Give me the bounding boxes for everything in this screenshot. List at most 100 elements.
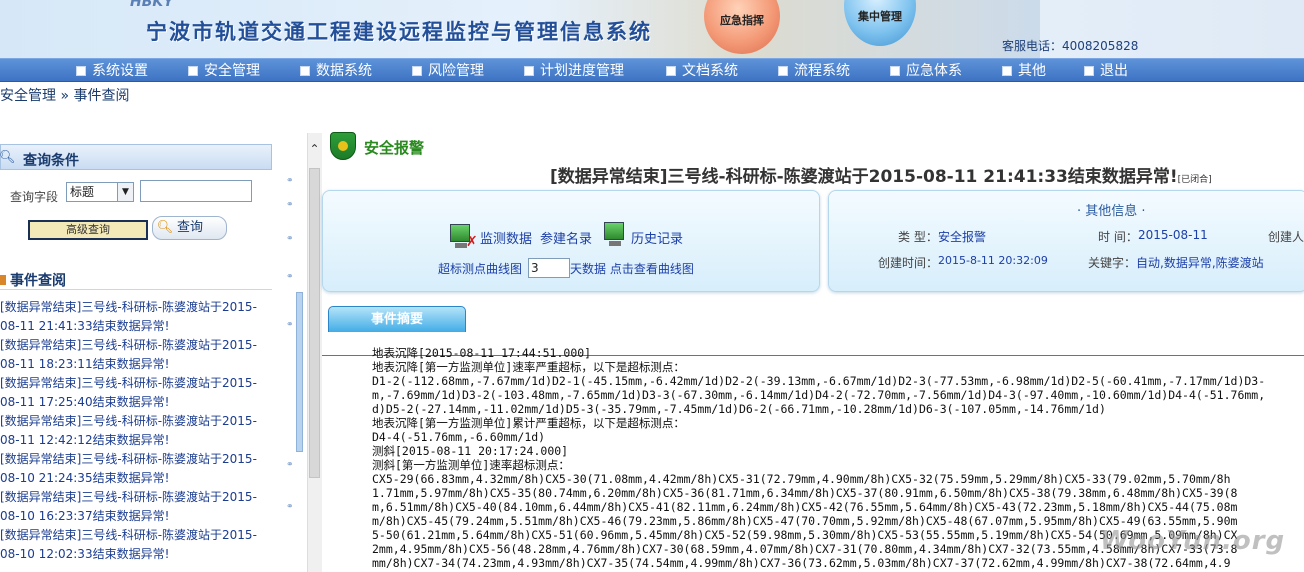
exceed-curve-link[interactable]: 超标测点曲线图 — [438, 260, 522, 277]
creator-label: 创建人 — [1268, 230, 1304, 244]
tab-event-summary[interactable]: 事件摘要 — [328, 306, 466, 332]
type-label: 类 型： — [898, 230, 938, 244]
nav-label: 风险管理 — [428, 63, 484, 79]
collapse-handle[interactable] — [296, 292, 303, 452]
event-list-item[interactable]: [数据异常结束]三号线-科研标-陈婆渡站于2015-08-11 12:42:12… — [0, 412, 272, 450]
alert-title: [数据异常结束]三号线-科研标-陈婆渡站于2015-08-11 21:41:33… — [550, 162, 1212, 187]
alarm-label: 安全报警 — [364, 139, 425, 157]
nav-document-system[interactable]: 文档系统 — [666, 61, 738, 81]
created-time-value: 2015-8-11 20:32:09 — [938, 254, 1048, 267]
nav-risk-management[interactable]: 风险管理 — [412, 61, 484, 81]
created-time-label: 创建时间： — [878, 256, 939, 270]
keywords-label: 关键字： — [1088, 256, 1137, 270]
nav-label: 系统设置 — [92, 63, 148, 79]
link-icon: ⚭ — [286, 460, 294, 470]
summary-line: D1-2(-112.68mm,-7.67mm/1d)D2-1(-45.15mm,… — [372, 374, 1266, 388]
link-icon: ⚭ — [286, 502, 294, 512]
event-list: [数据异常结束]三号线-科研标-陈婆渡站于2015-08-11 21:41:33… — [0, 298, 272, 564]
keywords-value: 自动,数据异常,陈婆渡站 — [1136, 256, 1264, 270]
nav-safety-management[interactable]: 安全管理 — [188, 61, 260, 81]
main-content: 安全报警 [数据异常结束]三号线-科研标-陈婆渡站于2015-08-11 21:… — [322, 130, 1304, 572]
nav-bullet-icon — [1002, 66, 1012, 76]
nav-label: 流程系统 — [794, 63, 850, 79]
participants-link[interactable]: 参建名录 — [540, 228, 592, 247]
advanced-query-button[interactable]: 高级查询 — [28, 220, 148, 240]
nav-bullet-icon — [76, 66, 86, 76]
search-icon: 🔍︎ — [0, 150, 16, 165]
left-panel: 🔍︎ 查询条件 查询字段 标题 ▼ 高级查询 🔍︎ 查询 事件查阅 [数据异常结束]… — [0, 144, 272, 572]
link-icon: ⚭ — [286, 272, 294, 282]
closed-badge: [已闭合] — [1177, 175, 1212, 185]
nav-bullet-icon — [412, 66, 422, 76]
monitor-data-link[interactable]: 监测数据 — [480, 228, 532, 247]
event-list-item[interactable]: [数据异常结束]三号线-科研标-陈婆渡站于2015-08-11 18:23:11… — [0, 336, 272, 374]
header-banner: HBKY 宁波市轨道交通工程建设远程监控与管理信息系统 应急指挥 集中管理 客服… — [0, 0, 1304, 58]
nav-other[interactable]: 其他 — [1002, 61, 1046, 81]
nav-system-settings[interactable]: 系统设置 — [76, 61, 148, 81]
summary-line: d)D5-2(-27.14mm,-11.02mm/1d)D5-3(-35.79m… — [372, 402, 1106, 416]
scrollbar-thumb[interactable] — [309, 168, 320, 478]
event-list-item[interactable]: [数据异常结束]三号线-科研标-陈婆渡站于2015-08-10 16:23:37… — [0, 488, 272, 526]
link-icon: ⚭ — [286, 200, 294, 210]
history-link[interactable]: 历史记录 — [631, 228, 683, 247]
nav-bullet-icon — [778, 66, 788, 76]
nav-data-system[interactable]: 数据系统 — [300, 61, 372, 81]
nav-logout[interactable]: 退出 — [1084, 61, 1128, 81]
scroll-up-arrow-icon[interactable]: ⌃ — [307, 142, 322, 162]
nav-label: 数据系统 — [316, 63, 372, 79]
system-title: 宁波市轨道交通工程建设远程监控与管理信息系统 — [146, 20, 652, 44]
summary-line: 1.71mm,5.97mm/8h)CX5-35(80.74mm,6.20mm/8… — [372, 486, 1238, 500]
link-icon: ⚭ — [286, 176, 294, 186]
nav-label: 安全管理 — [204, 63, 260, 79]
nav-workflow-system[interactable]: 流程系统 — [778, 61, 850, 81]
nav-label: 计划进度管理 — [540, 63, 624, 79]
summary-line: 地表沉降[第一方监测单位]累计严重超标，以下是超标测点： — [372, 416, 685, 430]
nav-schedule-management[interactable]: 计划进度管理 — [524, 61, 624, 81]
section-marker-icon — [0, 275, 6, 285]
event-list-item[interactable]: [数据异常结束]三号线-科研标-陈婆渡站于2015-08-10 21:24:35… — [0, 450, 272, 488]
query-field-select[interactable]: 标题 ▼ — [66, 182, 134, 202]
main-nav: 系统设置 安全管理 数据系统 风险管理 计划进度管理 文档系统 流程系统 应急体… — [0, 58, 1304, 82]
query-field-label: 查询字段 — [10, 190, 59, 204]
summary-line: D4-4(-51.76mm,-6.60mm/1d) — [372, 430, 546, 444]
nav-emergency-system[interactable]: 应急体系 — [890, 61, 962, 81]
nav-bullet-icon — [1084, 66, 1094, 76]
breadcrumb: 安全管理 » 事件查阅 — [0, 88, 130, 104]
event-list-item[interactable]: [数据异常结束]三号线-科研标-陈婆渡站于2015-08-10 12:02:33… — [0, 526, 272, 564]
chevron-down-icon: ▼ — [117, 183, 133, 201]
nav-bullet-icon — [524, 66, 534, 76]
close-icon: ✗ — [466, 234, 478, 250]
event-list-item[interactable]: [数据异常结束]三号线-科研标-陈婆渡站于2015-08-11 17:25:40… — [0, 374, 272, 412]
summary-line: CX5-29(66.83mm,4.32mm/8h)CX5-30(71.08mm,… — [372, 472, 1231, 486]
event-list-header: 事件查阅 — [0, 270, 272, 290]
nav-label: 应急体系 — [906, 63, 962, 79]
days-input[interactable]: 3 — [528, 258, 570, 278]
watermark: WooYun.org — [1100, 526, 1286, 556]
nav-label: 其他 — [1018, 63, 1046, 79]
query-input[interactable] — [140, 180, 252, 202]
nav-bullet-icon — [666, 66, 676, 76]
emergency-command-label: 应急指挥 — [720, 14, 764, 27]
time-value: 2015-08-11 — [1138, 228, 1208, 242]
summary-line: 测斜[2015-08-11 20:17:24.000] — [372, 444, 569, 458]
event-list-title: 事件查阅 — [10, 273, 66, 289]
query-button[interactable]: 🔍︎ 查询 — [152, 216, 227, 240]
query-button-label: 查询 — [177, 220, 204, 235]
time-label: 时 间： — [1098, 230, 1138, 244]
hotline-text: 客服电话：4008205828 — [1002, 39, 1139, 53]
query-panel-header: 🔍︎ 查询条件 — [0, 144, 272, 170]
history-computer-icon — [604, 222, 624, 246]
nav-label: 退出 — [1100, 63, 1128, 79]
view-curve-link[interactable]: 天数据 点击查看曲线图 — [570, 260, 694, 277]
nav-bullet-icon — [300, 66, 310, 76]
alert-title-text: [数据异常结束]三号线-科研标-陈婆渡站于2015-08-11 21:41:33… — [550, 167, 1178, 187]
link-icon: ⚭ — [286, 234, 294, 244]
nav-bullet-icon — [188, 66, 198, 76]
summary-line: mm/8h)CX7-34(74.23mm,4.93mm/8h)CX7-35(74… — [372, 556, 1231, 570]
nav-label: 文档系统 — [682, 63, 738, 79]
summary-line: 地表沉降[第一方监测单位]速率严重超标，以下是超标测点： — [372, 360, 685, 374]
link-icon: ⚭ — [286, 320, 294, 330]
event-list-item[interactable]: [数据异常结束]三号线-科研标-陈婆渡站于2015-08-11 21:41:33… — [0, 298, 272, 336]
other-info-title: · 其他信息 · — [1077, 204, 1146, 219]
summary-line: 测斜[第一方监测单位]速率超标测点： — [372, 458, 570, 472]
